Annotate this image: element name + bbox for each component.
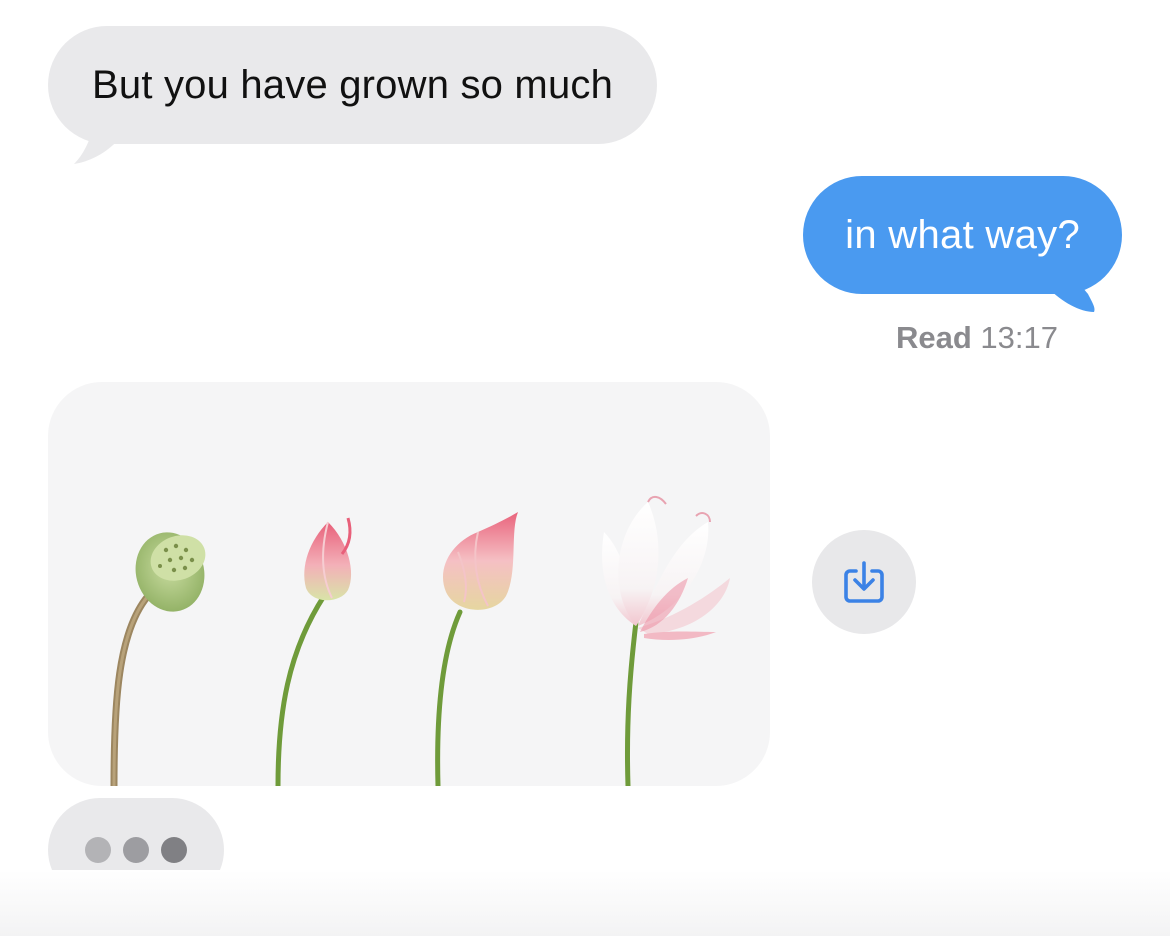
lotus-small-bud — [275, 517, 352, 786]
save-image-button[interactable] — [812, 530, 916, 634]
read-receipt-time: 13:17 — [980, 320, 1058, 355]
lotus-seed-pod — [110, 532, 206, 786]
typing-indicator-puff-small — [32, 904, 50, 922]
image-message[interactable] — [48, 382, 770, 786]
read-receipt: Read 13:17 — [896, 320, 1058, 356]
typing-indicator — [48, 798, 224, 902]
lotus-large-bud — [435, 512, 518, 786]
typing-dot — [85, 837, 111, 863]
conversation-view: But you have grown so much in what way? … — [0, 0, 1170, 936]
lotus-growth-stages-image — [110, 496, 730, 786]
read-receipt-label: Read — [895, 320, 972, 355]
incoming-message-bubble[interactable]: But you have grown so much — [48, 26, 658, 144]
outgoing-message-bubble[interactable]: in what way? — [803, 176, 1122, 294]
typing-dot — [161, 837, 187, 863]
incoming-message-text: But you have grown so much — [92, 62, 614, 107]
outgoing-message-text: in what way? — [845, 212, 1080, 257]
typing-dot — [123, 837, 149, 863]
lotus-open-flower — [602, 496, 730, 786]
save-download-icon — [844, 561, 884, 603]
